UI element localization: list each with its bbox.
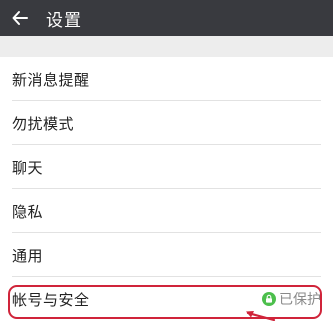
back-arrow-icon [11,9,29,27]
protection-status: 已保护 [262,289,321,309]
settings-item-general[interactable]: 通用 [0,233,333,277]
settings-item-notifications[interactable]: 新消息提醒 [0,57,333,101]
page-title: 设置 [46,10,82,31]
settings-item-chat[interactable]: 聊天 [0,145,333,189]
settings-item-privacy[interactable]: 隐私 [0,189,333,233]
app-bar: 设置 [0,0,333,36]
settings-item-label: 帐号与安全 [12,290,90,309]
lock-icon [262,292,276,306]
settings-item-do-not-disturb[interactable]: 勿扰模式 [0,101,333,145]
settings-item-label: 聊天 [12,158,44,177]
settings-item-label: 隐私 [12,202,44,221]
settings-item-account-security[interactable]: 帐号与安全 已保护 [0,277,333,321]
settings-item-label: 通用 [12,246,44,265]
section-gap [0,36,333,57]
settings-item-label: 新消息提醒 [12,70,90,89]
settings-item-label: 勿扰模式 [12,114,75,133]
back-button[interactable] [0,0,40,36]
settings-screen: 设置 新消息提醒 勿扰模式 聊天 隐私 通用 帐号与安全 已保护 [0,0,333,321]
settings-list: 新消息提醒 勿扰模式 聊天 隐私 通用 帐号与安全 已保护 [0,57,333,321]
status-text: 已保护 [279,292,321,308]
